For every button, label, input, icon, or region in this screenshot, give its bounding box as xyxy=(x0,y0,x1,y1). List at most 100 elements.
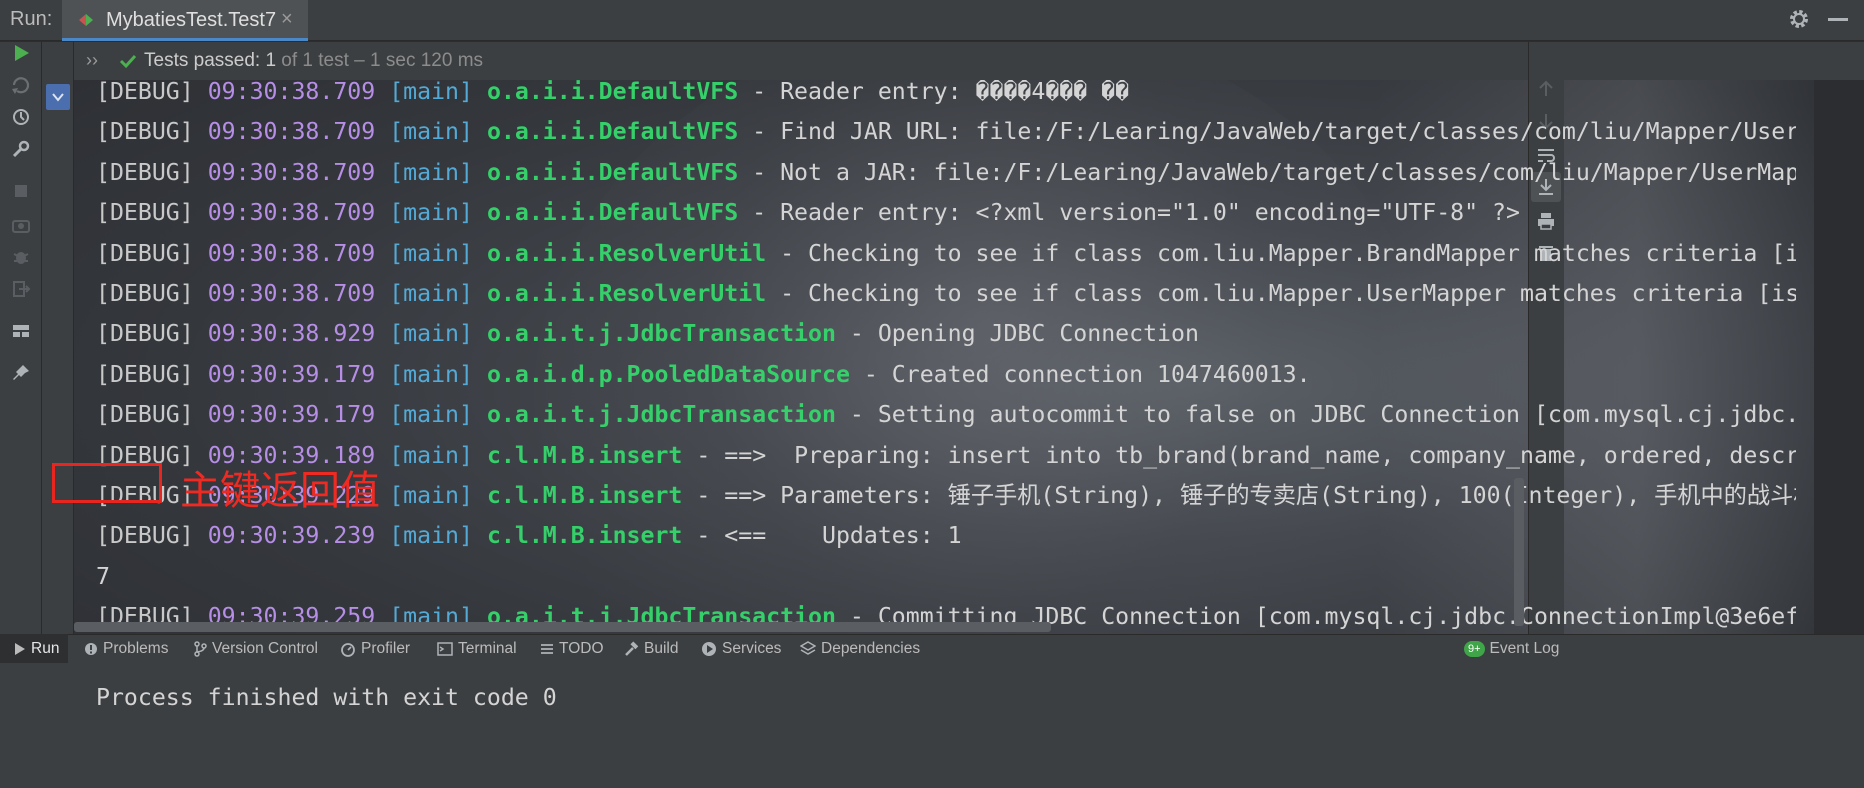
layout-icon[interactable] xyxy=(10,320,32,342)
log-line: [DEBUG] 09:30:38.709 [main] o.a.i.i.Defa… xyxy=(96,153,1796,193)
log-message: - Reader entry: ����4��� �� xyxy=(738,80,1130,105)
run-label: Run: xyxy=(10,8,53,30)
log-level: [DEBUG] xyxy=(96,118,194,146)
log-timestamp: 09:30:39.179 xyxy=(207,360,376,388)
log-message: - Setting autocommit to false on JDBC Co… xyxy=(835,401,1796,429)
log-line: Process finished with exit code 0 xyxy=(96,678,1796,718)
log-line: [DEBUG] 09:30:38.929 [main] o.a.i.t.j.Jd… xyxy=(96,314,1796,354)
log-line: [DEBUG] 09:30:38.709 [main] o.a.i.i.Defa… xyxy=(96,112,1796,152)
annotation-label: 主键返回值 xyxy=(180,468,380,514)
log-timestamp: 09:30:39.179 xyxy=(207,401,376,429)
log-level: [DEBUG] xyxy=(96,320,194,348)
minimize-icon[interactable] xyxy=(1828,18,1848,21)
check-icon xyxy=(119,54,137,69)
log-thread: [main] xyxy=(389,441,473,469)
log-logger: c.l.M.B.insert xyxy=(486,481,683,509)
log-timestamp: 09:30:38.709 xyxy=(207,239,376,267)
log-logger: o.a.i.i.ResolverUtil xyxy=(486,279,767,307)
log-level: [DEBUG] xyxy=(96,199,194,227)
tab-label: MybatiesTest.Test7 xyxy=(106,9,277,31)
run-icon xyxy=(15,642,25,655)
log-message: - Not a JAR: file:/F:/Learing/JavaWeb/ta… xyxy=(738,158,1796,186)
tests-passed-label: Tests passed: 1 xyxy=(144,50,277,71)
expand-arrows-icon[interactable]: ›› xyxy=(86,50,98,71)
exit-icon[interactable] xyxy=(10,278,32,300)
log-logger: c.l.M.B.insert xyxy=(486,522,683,550)
log-timestamp: 09:30:38.709 xyxy=(207,279,376,307)
log-timestamp: 09:30:38.709 xyxy=(207,80,376,105)
toggle-auto-test-icon[interactable] xyxy=(10,106,32,128)
log-level: [DEBUG] xyxy=(96,239,194,267)
log-line: [DEBUG] 09:30:39.179 [main] o.a.i.d.p.Po… xyxy=(96,355,1796,395)
pin-icon[interactable] xyxy=(10,362,32,384)
log-thread: [main] xyxy=(389,360,473,388)
annotation-highlight-box xyxy=(52,463,162,503)
log-logger: o.a.i.t.j.JdbcTransaction xyxy=(486,401,836,429)
log-level: [DEBUG] xyxy=(96,158,194,186)
test-run-config-icon xyxy=(79,14,93,26)
log-message: - Reader entry: <?xml version="1.0" enco… xyxy=(738,199,1520,227)
run-tool-window-header: Run: MybatiesTest.Test7 × xyxy=(0,0,1864,41)
tab-run-label: Run xyxy=(31,640,60,657)
log-level: [DEBUG] xyxy=(96,279,194,307)
camera-icon[interactable] xyxy=(10,214,32,236)
log-logger: o.a.i.i.DefaultVFS xyxy=(486,199,739,227)
console-text: Process finished with exit code 0 xyxy=(96,683,557,711)
log-thread: [main] xyxy=(389,118,473,146)
log-logger: o.a.i.d.p.PooledDataSource xyxy=(486,360,850,388)
log-thread: [main] xyxy=(389,401,473,429)
horizontal-scrollbar[interactable] xyxy=(74,622,1051,632)
tab-close-icon[interactable]: × xyxy=(281,8,293,31)
log-timestamp: 09:30:38.709 xyxy=(207,199,376,227)
collapse-button[interactable] xyxy=(46,84,70,110)
log-line: [DEBUG] 09:30:38.709 [main] o.a.i.i.Defa… xyxy=(96,193,1796,233)
log-level: [DEBUG] xyxy=(96,360,194,388)
console-text: 7 xyxy=(96,562,110,590)
log-timestamp: 09:30:38.709 xyxy=(207,158,376,186)
tab-run[interactable]: Run xyxy=(0,634,68,663)
log-line: [DEBUG] 09:30:39.179 [main] o.a.i.t.j.Jd… xyxy=(96,395,1796,435)
log-message: - Opening JDBC Connection xyxy=(835,320,1199,348)
log-message: - <== Updates: 1 xyxy=(682,522,962,550)
debug-icon[interactable] xyxy=(10,246,32,268)
log-thread: [main] xyxy=(389,80,473,105)
log-level: [DEBUG] xyxy=(96,522,194,550)
log-message: - Created connection 1047460013. xyxy=(849,360,1311,388)
log-line: [DEBUG] 09:30:39.239 [main] c.l.M.B.inse… xyxy=(96,516,1796,556)
log-thread: [main] xyxy=(389,481,473,509)
tab-mybatiestest-test7[interactable]: MybatiesTest.Test7 × xyxy=(62,0,308,41)
vertical-scrollbar[interactable] xyxy=(1514,478,1524,626)
settings-wrench-icon[interactable] xyxy=(10,138,32,160)
log-logger: o.a.i.i.DefaultVFS xyxy=(486,118,739,146)
log-logger: o.a.i.i.DefaultVFS xyxy=(486,80,739,105)
log-message: - Find JAR URL: file:/F:/Learing/JavaWeb… xyxy=(738,118,1796,146)
test-status-line: ›› Tests passed: 1 of 1 test – 1 sec 120… xyxy=(74,42,1864,80)
tests-detail-label: of 1 test – 1 sec 120 ms xyxy=(276,50,484,71)
log-thread: [main] xyxy=(389,199,473,227)
log-message: - Checking to see if class com.liu.Mappe… xyxy=(766,279,1796,307)
log-timestamp: 09:30:39.239 xyxy=(207,522,376,550)
log-thread: [main] xyxy=(389,279,473,307)
stop-icon[interactable] xyxy=(10,180,32,202)
log-logger: o.a.i.i.DefaultVFS xyxy=(486,158,739,186)
log-level: [DEBUG] xyxy=(96,401,194,429)
rerun-failed-icon[interactable] xyxy=(10,74,32,96)
chevron-down-icon xyxy=(52,93,64,102)
log-thread: [main] xyxy=(389,320,473,348)
log-message: - Checking to see if class com.liu.Mappe… xyxy=(766,239,1796,267)
log-level: [DEBUG] xyxy=(96,80,194,105)
console-output[interactable]: [DEBUG] 09:30:38.709 [main] o.a.i.i.Defa… xyxy=(74,80,1814,754)
log-thread: [main] xyxy=(389,239,473,267)
gear-icon[interactable] xyxy=(1788,8,1810,30)
log-line: 7 xyxy=(96,557,1796,597)
run-icon[interactable] xyxy=(10,42,32,64)
log-timestamp: 09:30:38.709 xyxy=(207,118,376,146)
log-logger: o.a.i.t.j.JdbcTransaction xyxy=(486,320,836,348)
log-thread: [main] xyxy=(389,158,473,186)
log-thread: [main] xyxy=(389,522,473,550)
test-status-text: Tests passed: 1 of 1 test – 1 sec 120 ms xyxy=(144,50,483,72)
log-message: - ==> Preparing: insert into tb_brand(br… xyxy=(682,441,1796,469)
log-logger: c.l.M.B.insert xyxy=(486,441,683,469)
log-timestamp: 09:30:38.929 xyxy=(207,320,376,348)
